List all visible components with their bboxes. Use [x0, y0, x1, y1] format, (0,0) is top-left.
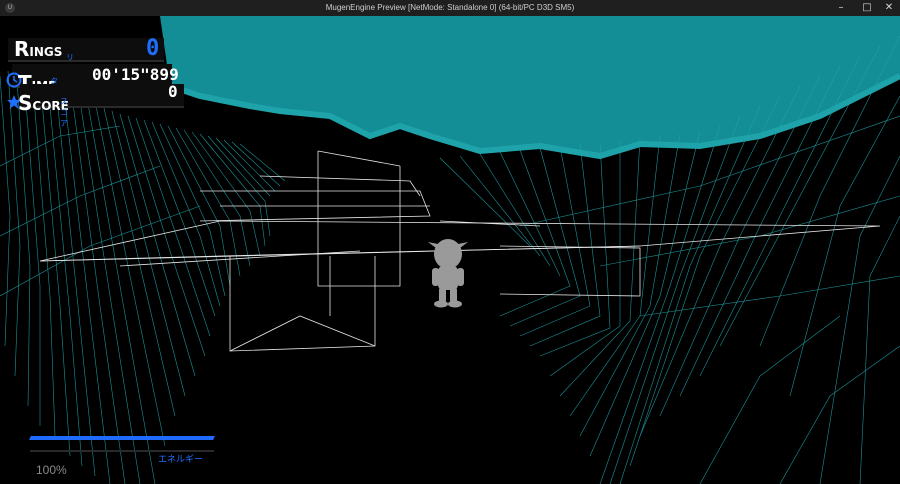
- close-icon[interactable]: ✕: [878, 2, 900, 14]
- window-title: MugenEngine Preview [NetMode: Standalone…: [325, 3, 575, 12]
- time-value: 00'15"899: [92, 65, 179, 84]
- maximize-icon[interactable]: □: [856, 2, 878, 14]
- window-titlebar: U MugenEngine Preview [NetMode: Standalo…: [0, 0, 900, 16]
- score-value: 0: [168, 82, 178, 101]
- rings-label: RINGS: [14, 37, 63, 61]
- energy-label: エネルギー: [158, 455, 204, 465]
- rings-value: 0: [146, 36, 160, 61]
- energy-bar-fill: [29, 436, 215, 440]
- score-label-jp: スコア: [60, 97, 68, 128]
- canopy-mass: [160, 16, 900, 156]
- player-character: [428, 239, 468, 308]
- energy-percent: 100%: [36, 463, 67, 477]
- left-wall-wireframe: [0, 65, 286, 484]
- minimize-icon[interactable]: –: [830, 2, 852, 14]
